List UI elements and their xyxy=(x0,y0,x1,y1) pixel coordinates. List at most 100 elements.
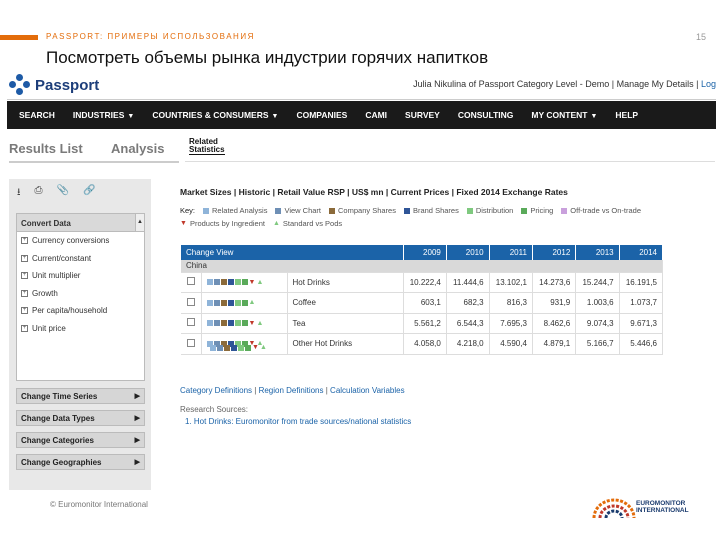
download-icon[interactable]: ⭳ xyxy=(17,185,21,202)
brand-shares-icon[interactable] xyxy=(227,279,234,286)
value-cell: 14.273,6 xyxy=(532,272,577,293)
category-name[interactable]: Other Hot Drinks xyxy=(287,333,404,355)
side-button-change-geographies[interactable]: Change Geographies ▶ xyxy=(16,454,145,470)
passport-globe-icon xyxy=(9,74,31,96)
expand-plus-icon[interactable]: + xyxy=(21,237,28,245)
standard-vs-pods-icon[interactable]: ▲ xyxy=(249,299,256,306)
table-row: ▼ ▲ Hot Drinks 10.222,4 11.444,6 13.102,1 14.2… xyxy=(181,272,664,293)
pricing-icon[interactable] xyxy=(241,279,248,286)
convert-option[interactable]: + Unit multiplier xyxy=(17,267,144,285)
research-source-link[interactable]: 1. Hot Drinks: Euromonitor from trade so… xyxy=(185,417,411,426)
print-icon[interactable]: ⎙ xyxy=(35,185,43,202)
key-item-label: Company Shares xyxy=(338,206,396,215)
nav-item-survey[interactable]: SURVEY xyxy=(396,110,449,120)
convert-option[interactable]: + Growth xyxy=(17,285,144,303)
convert-data-title: Convert Data xyxy=(21,219,71,228)
view-chart-icon[interactable] xyxy=(213,299,220,306)
chevron-right-icon: ▶ xyxy=(134,415,140,422)
nav-item-consulting[interactable]: CONSULTING xyxy=(449,110,523,120)
side-button-change-categories[interactable]: Change Categories ▶ xyxy=(16,432,145,448)
passport-logo[interactable]: Passport xyxy=(9,74,99,96)
nav-item-my-content[interactable]: MY CONTENT ▼ xyxy=(522,110,606,120)
euromonitor-arc-icon xyxy=(592,498,636,518)
standard-vs-pods-icon[interactable]: ▲ xyxy=(256,320,263,327)
side-button-change-time-series[interactable]: Change Time Series ▶ xyxy=(16,388,145,404)
slide-supertitle: PASSPORT: ПРИМЕРЫ ИСПОЛЬЗОВАНИЯ xyxy=(46,32,255,41)
brand-shares-icon[interactable] xyxy=(227,299,234,306)
distribution-icon[interactable] xyxy=(234,299,241,306)
year-header: 2014 xyxy=(619,245,664,260)
nav-item-companies[interactable]: COMPANIES xyxy=(287,110,356,120)
products-by-ingredient-icon[interactable]: ▼ xyxy=(252,344,259,351)
nav-item-search[interactable]: SEARCH xyxy=(10,110,64,120)
convert-option[interactable]: + Current/constant xyxy=(17,250,144,268)
side-button-change-data-types[interactable]: Change Data Types ▶ xyxy=(16,410,145,426)
country-row: China xyxy=(181,260,663,273)
definition-link[interactable]: Category Definitions xyxy=(180,386,252,395)
pricing-icon[interactable] xyxy=(241,320,248,327)
products-by-ingredient-icon[interactable]: ▼ xyxy=(249,320,256,327)
standard-vs-pods-icon[interactable]: ▲ xyxy=(256,279,263,286)
pricing-icon[interactable] xyxy=(241,299,248,306)
standard-vs-pods-icon[interactable]: ▲ xyxy=(260,344,267,351)
expand-plus-icon[interactable]: + xyxy=(21,289,28,297)
link-icon[interactable]: 🔗 xyxy=(83,185,95,202)
definition-link[interactable]: Calculation Variables xyxy=(330,386,405,395)
convert-option[interactable]: + Unit price xyxy=(17,320,144,338)
crumb-item: Retail Value RSP xyxy=(277,187,345,197)
company-shares-icon[interactable] xyxy=(220,299,227,306)
convert-option[interactable]: + Per capita/household xyxy=(17,302,144,320)
expand-plus-icon[interactable]: + xyxy=(21,307,28,315)
tab-related-statistics[interactable]: Related Statistics xyxy=(189,138,225,155)
crumb-item: Fixed 2014 Exchange Rates xyxy=(456,187,568,197)
brand-shares-icon[interactable] xyxy=(227,320,234,327)
view-chart-icon[interactable] xyxy=(213,279,220,286)
brand-shares-icon[interactable] xyxy=(231,344,237,351)
company-shares-icon[interactable] xyxy=(224,344,230,351)
logout-link[interactable]: Log xyxy=(701,79,716,89)
nav-item-cami[interactable]: CAMI xyxy=(356,110,396,120)
distribution-icon[interactable] xyxy=(238,344,244,351)
nav-item-countries-consumers[interactable]: COUNTRIES & CONSUMERS ▼ xyxy=(143,110,287,120)
scroll-up-icon[interactable]: ▲ xyxy=(135,214,144,231)
attach-icon[interactable]: 📎 xyxy=(57,185,69,202)
row-checkbox[interactable] xyxy=(186,318,195,327)
tab-results-list[interactable]: Results List xyxy=(9,141,83,156)
related-analysis-icon[interactable] xyxy=(210,344,216,351)
pricing-icon[interactable] xyxy=(245,344,251,351)
change-view-header[interactable]: Change View xyxy=(181,245,404,260)
key-item-label: Distribution xyxy=(475,206,514,215)
row-icons-cell: ▲ xyxy=(201,292,288,314)
view-chart-icon[interactable] xyxy=(213,320,220,327)
row-checkbox[interactable] xyxy=(186,297,195,306)
related-analysis-icon[interactable] xyxy=(206,299,213,306)
related-analysis-icon[interactable] xyxy=(206,320,213,327)
row-checkbox[interactable] xyxy=(186,277,195,286)
view-chart-icon[interactable] xyxy=(217,344,223,351)
category-name[interactable]: Hot Drinks xyxy=(287,272,404,293)
company-shares-icon[interactable] xyxy=(220,279,227,286)
manage-details-link[interactable]: Manage My Details xyxy=(617,79,694,89)
tab-analysis[interactable]: Analysis xyxy=(111,141,164,156)
expand-plus-icon[interactable]: + xyxy=(21,324,28,332)
expand-plus-icon[interactable]: + xyxy=(21,272,28,280)
nav-item-label: CAMI xyxy=(365,110,388,120)
row-checkbox[interactable] xyxy=(186,338,195,347)
related-analysis-icon[interactable] xyxy=(206,279,213,286)
nav-item-industries[interactable]: INDUSTRIES ▼ xyxy=(64,110,143,120)
category-name[interactable]: Tea xyxy=(287,313,404,334)
definition-link[interactable]: Region Definitions xyxy=(259,386,324,395)
key-item: Brand Shares xyxy=(403,206,459,215)
side-button-label: Change Data Types xyxy=(21,414,95,423)
products-by-ingredient-icon[interactable]: ▼ xyxy=(249,279,256,286)
expand-plus-icon[interactable]: + xyxy=(21,254,28,262)
company-shares-icon[interactable] xyxy=(220,320,227,327)
distribution-icon[interactable] xyxy=(234,279,241,286)
category-name[interactable]: Coffee xyxy=(287,292,404,314)
convert-option[interactable]: + Currency conversions xyxy=(17,232,144,250)
nav-item-help[interactable]: HELP xyxy=(606,110,647,120)
convert-data-heading: Convert Data ▲ xyxy=(17,214,144,232)
side-button-label: Change Geographies xyxy=(21,458,102,467)
distribution-icon[interactable] xyxy=(234,320,241,327)
convert-option-label: Currency conversions xyxy=(32,236,110,246)
